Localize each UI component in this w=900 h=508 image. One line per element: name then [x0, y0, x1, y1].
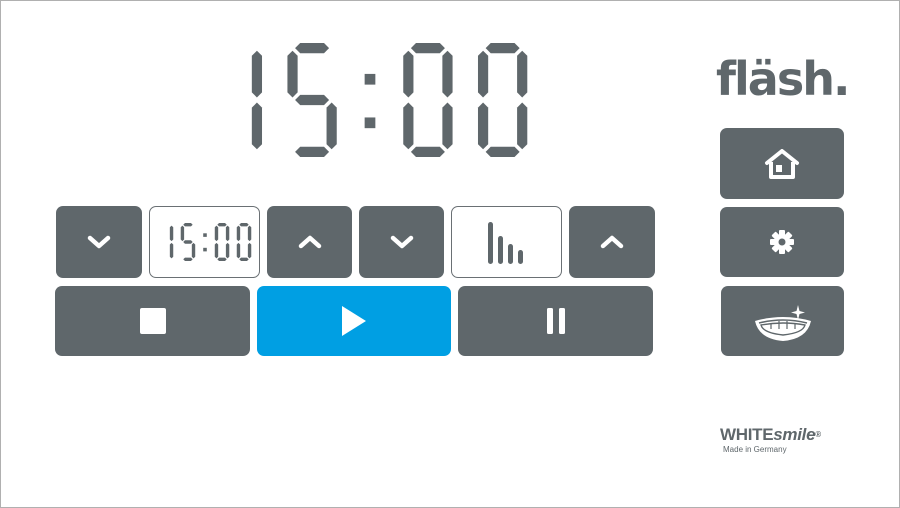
settings-button[interactable] — [720, 207, 844, 277]
segment — [214, 225, 218, 242]
segment — [169, 242, 173, 259]
segment — [180, 225, 184, 242]
segment — [295, 43, 330, 54]
time-setting-value — [169, 223, 251, 261]
segment — [477, 50, 489, 98]
colon-dot — [364, 73, 376, 85]
digit-1 — [251, 50, 263, 150]
segment — [225, 225, 229, 242]
digit-0 — [403, 43, 453, 157]
time-setting-display — [149, 206, 260, 278]
pause-icon — [546, 308, 565, 334]
gear-icon — [770, 230, 794, 254]
segment — [247, 242, 251, 259]
play-button[interactable] — [257, 286, 451, 356]
intensity-increase-button[interactable] — [569, 206, 655, 278]
segment — [191, 242, 195, 259]
intensity-decrease-button[interactable] — [359, 206, 444, 278]
digit-0 — [477, 43, 528, 157]
segment — [214, 242, 218, 259]
timer-digits — [251, 43, 528, 157]
segment — [169, 225, 173, 242]
chevron-up-icon — [600, 235, 624, 249]
teeth-icon — [754, 305, 811, 341]
segment — [182, 223, 193, 227]
segment — [287, 50, 298, 98]
time-decrease-button[interactable] — [56, 206, 142, 278]
digit-1 — [169, 225, 173, 259]
segment — [410, 146, 445, 157]
segment — [517, 50, 528, 98]
digit-5 — [180, 223, 195, 261]
segment — [238, 257, 249, 261]
segment — [403, 102, 414, 150]
segment — [225, 242, 229, 259]
segment — [477, 102, 489, 150]
segment — [216, 257, 227, 261]
stop-button[interactable] — [55, 286, 250, 356]
segment — [251, 50, 263, 98]
chevron-down-icon — [390, 235, 413, 249]
play-icon — [342, 306, 366, 336]
stop-icon — [139, 308, 166, 334]
teeth-button[interactable] — [721, 286, 844, 356]
brand-tagline: Made in Germany — [723, 445, 787, 454]
brand-name-bold: WHITE — [720, 425, 774, 444]
segment — [410, 43, 445, 54]
segment — [295, 146, 330, 157]
segment — [295, 94, 330, 106]
chevron-down-icon — [87, 235, 111, 249]
brand-name: WHITEsmile® — [720, 425, 860, 445]
brand-name-italic: smile — [773, 425, 816, 444]
segment — [403, 50, 414, 98]
segment — [251, 102, 263, 150]
segment — [326, 102, 337, 150]
colon-dot — [202, 247, 207, 252]
digit-5 — [287, 43, 337, 157]
timer-display — [200, 40, 540, 160]
flash-logo: fläsh. — [716, 52, 850, 106]
segment — [442, 102, 453, 150]
pause-button[interactable] — [458, 286, 653, 356]
segment — [517, 102, 528, 150]
segment — [238, 223, 249, 227]
intensity-display — [451, 206, 562, 278]
digit-0 — [214, 223, 229, 261]
intensity-bars-icon — [487, 222, 523, 264]
chevron-up-icon — [298, 235, 321, 249]
brand-registered-mark: ® — [815, 430, 821, 439]
segment — [236, 242, 240, 259]
segment — [216, 223, 227, 227]
segment — [485, 43, 520, 54]
segment — [485, 146, 520, 157]
time-increase-button[interactable] — [267, 206, 352, 278]
digit-0 — [236, 223, 251, 261]
colon-dot — [202, 233, 207, 237]
home-icon — [765, 148, 799, 179]
segment — [182, 257, 193, 261]
colon-dot — [364, 117, 376, 129]
home-button[interactable] — [720, 128, 844, 199]
segment — [442, 50, 453, 98]
segment — [182, 240, 193, 244]
whitesmile-brand: WHITEsmile® Made in Germany — [720, 425, 860, 455]
segment — [236, 225, 240, 242]
segment — [247, 225, 251, 242]
